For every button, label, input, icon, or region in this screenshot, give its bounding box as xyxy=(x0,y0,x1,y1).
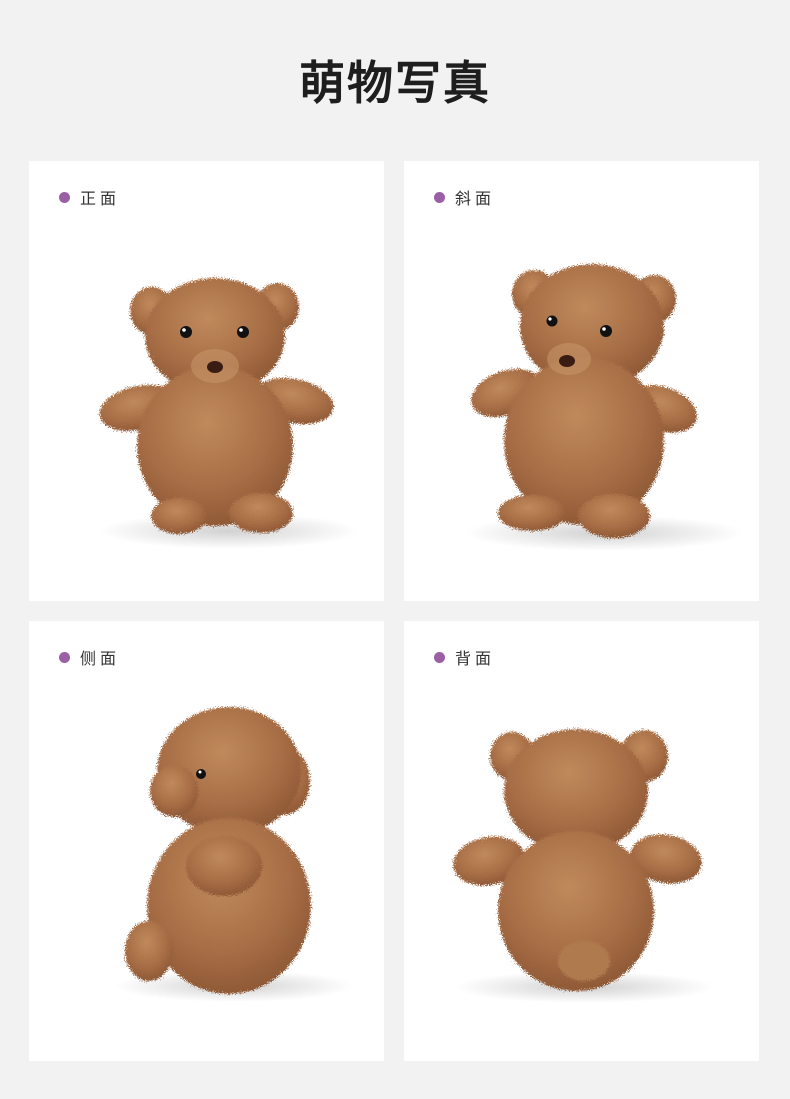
photo-card-side: 侧面 xyxy=(29,621,384,1061)
teddy-bear-oblique-image xyxy=(464,264,744,551)
teddy-bear-front-image xyxy=(99,278,359,549)
photo-card-front: 正面 xyxy=(29,161,384,601)
photo-card-back: 背面 xyxy=(404,621,759,1061)
page-title: 萌物写真 xyxy=(299,56,491,110)
teddy-bear-side-image xyxy=(114,707,354,1002)
teddy-bear-back-image xyxy=(453,729,714,1003)
photo-card-oblique: 斜面 xyxy=(404,161,759,601)
